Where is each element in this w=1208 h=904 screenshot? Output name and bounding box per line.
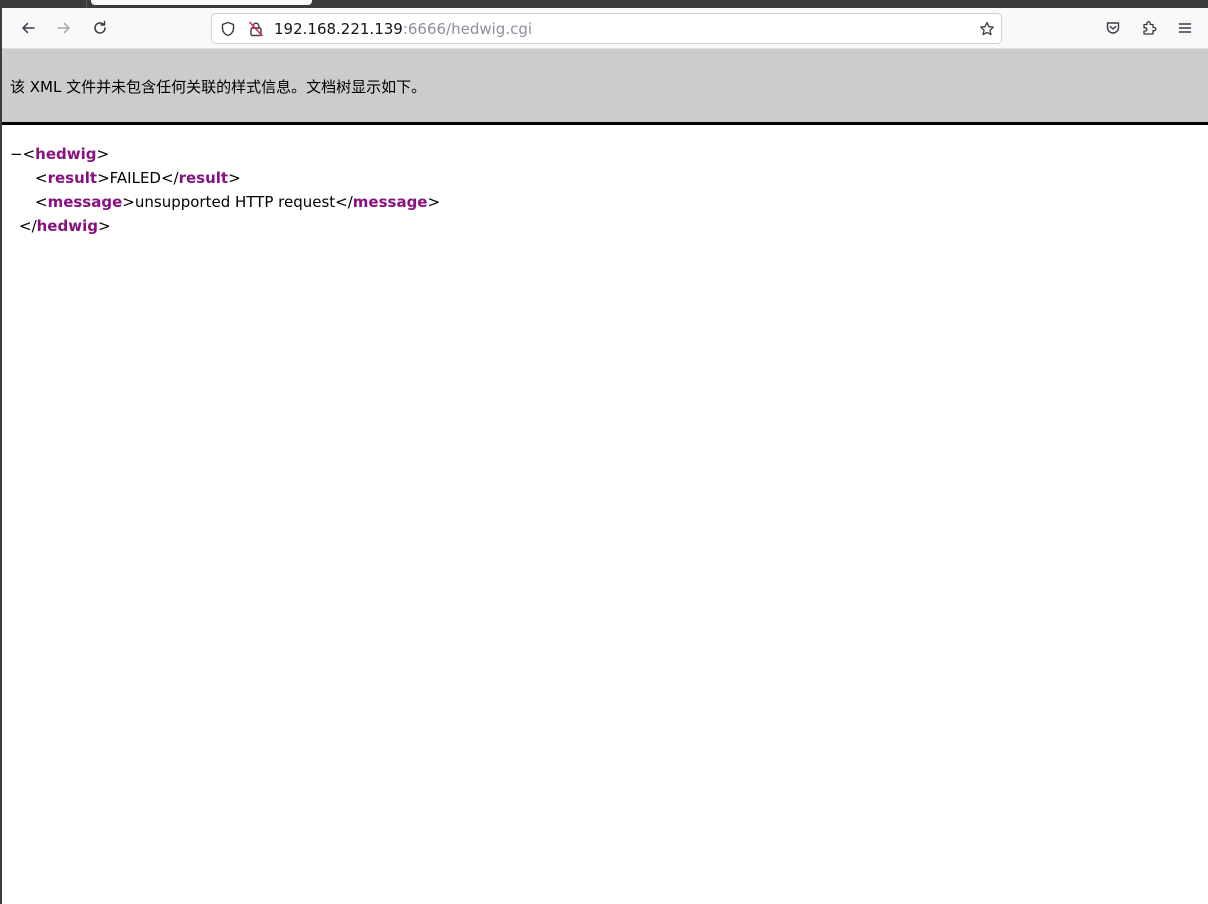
- tab-strip: [2, 0, 1208, 8]
- xml-root-open-line: −<hedwig>: [10, 145, 110, 163]
- hamburger-menu-icon: [1177, 20, 1193, 36]
- xml-tree: −<hedwig> <result>FAILED</result> <messa…: [10, 142, 440, 238]
- arrow-right-icon: [56, 20, 72, 36]
- xml-tag-name: result: [47, 169, 98, 187]
- star-icon[interactable]: [978, 20, 996, 38]
- xml-tag-name: message: [47, 193, 123, 211]
- url-text[interactable]: 192.168.221.139:6666/hedwig.cgi: [274, 20, 532, 38]
- tab-separator: [86, 0, 87, 8]
- url-host: 192.168.221.139: [274, 20, 403, 38]
- browser-window: 192.168.221.139:6666/hedwig.cgi 该 XML 文件…: [0, 0, 1208, 904]
- xml-node-text: FAILED: [109, 169, 161, 187]
- xml-node-result: <result>FAILED</result>: [35, 169, 241, 187]
- url-bar[interactable]: 192.168.221.139:6666/hedwig.cgi: [211, 13, 1002, 44]
- xml-tag-name: hedwig: [36, 217, 98, 235]
- xml-info-banner: 该 XML 文件并未包含任何关联的样式信息。文档树显示如下。: [2, 49, 1208, 125]
- collapse-toggle[interactable]: −: [10, 145, 23, 163]
- xml-tag-name: result: [178, 169, 229, 187]
- url-port-path: :6666/hedwig.cgi: [402, 20, 533, 38]
- back-button[interactable]: [12, 12, 44, 44]
- forward-button[interactable]: [48, 12, 80, 44]
- shield-icon[interactable]: [219, 20, 237, 38]
- insecure-lock-icon[interactable]: [247, 20, 265, 38]
- pocket-icon: [1105, 20, 1121, 36]
- xml-root-close-line: </hedwig>: [19, 217, 111, 235]
- reload-icon: [92, 20, 108, 36]
- arrow-left-icon: [20, 20, 36, 36]
- active-tab[interactable]: [91, 0, 312, 5]
- xml-info-text: 该 XML 文件并未包含任何关联的样式信息。文档树显示如下。: [10, 78, 427, 96]
- xml-node-message: <message>unsupported HTTP request</messa…: [35, 193, 441, 211]
- pocket-button[interactable]: [1097, 12, 1129, 44]
- puzzle-icon: [1141, 20, 1157, 36]
- navigation-toolbar: 192.168.221.139:6666/hedwig.cgi: [2, 8, 1208, 49]
- xml-node-text: unsupported HTTP request: [134, 193, 336, 211]
- xml-tag-name: hedwig: [35, 145, 97, 163]
- reload-button[interactable]: [84, 12, 116, 44]
- xml-tag-name: message: [352, 193, 428, 211]
- extensions-button[interactable]: [1133, 12, 1165, 44]
- app-menu-button[interactable]: [1169, 12, 1201, 44]
